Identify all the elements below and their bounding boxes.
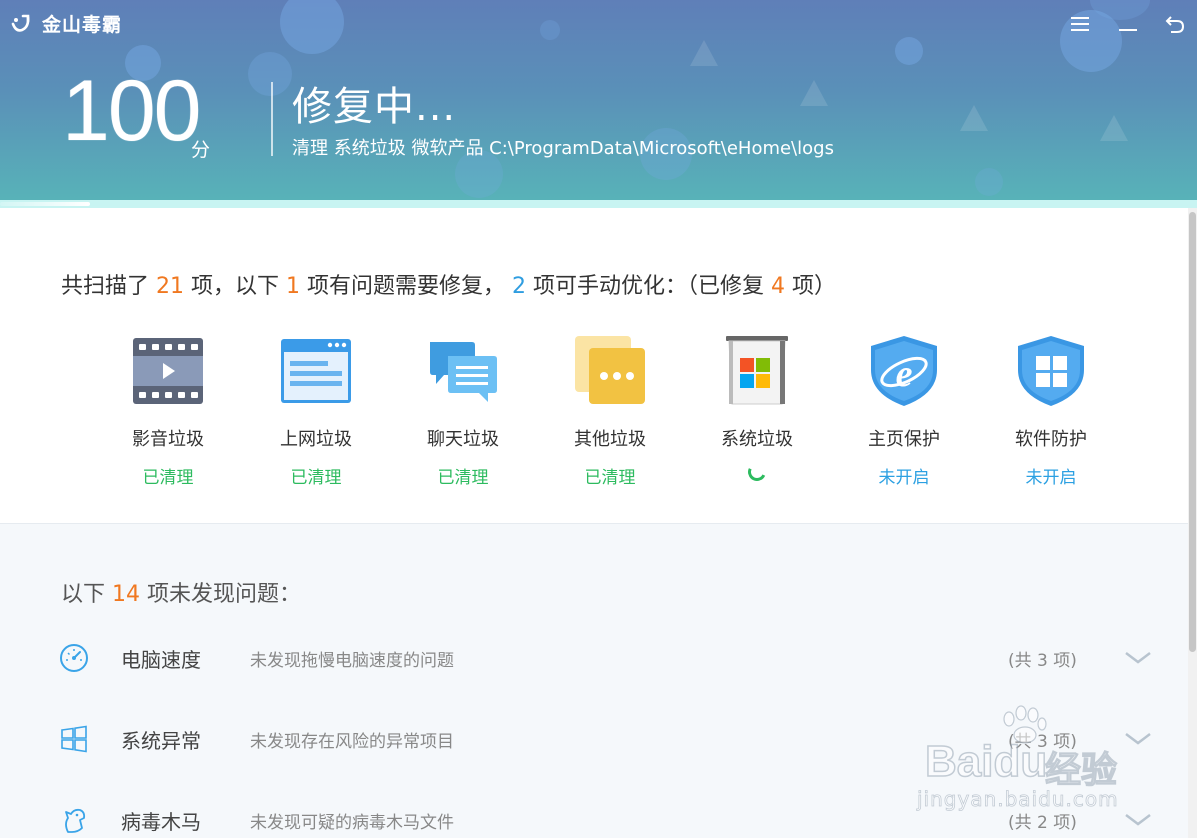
row-description: 未发现存在风险的异常项目 [250, 731, 454, 752]
trojan-horse-icon [65, 808, 86, 833]
loading-spinner-icon [745, 460, 769, 484]
ie-shield-icon: e [871, 336, 937, 406]
category-other-junk[interactable]: 其他垃圾 已清理 [555, 334, 665, 488]
problem-count: 1 [286, 274, 300, 299]
chevron-down-icon[interactable] [1124, 650, 1152, 666]
row-description: 未发现可疑的病毒木马文件 [250, 812, 454, 833]
vertical-scrollbar[interactable] [1188, 208, 1197, 838]
watermark-brand: Baidu [924, 736, 1048, 787]
category-status [702, 460, 812, 485]
category-name: 其他垃圾 [574, 429, 646, 450]
speedometer-icon [60, 644, 88, 672]
kingsoft-logo-icon [11, 14, 30, 32]
category-name: 软件防护 [1015, 429, 1087, 450]
header-divider [271, 82, 273, 156]
category-status: 已清理 [437, 468, 489, 488]
windows-logo-icon [61, 725, 87, 753]
app-logo: 金山毒霸 [10, 10, 122, 37]
minimize-button[interactable] [1116, 12, 1140, 36]
score-unit: 分 [191, 139, 211, 161]
summary-text: 项） [785, 274, 836, 299]
app-title: 金山毒霸 [42, 14, 123, 36]
list-item-pc-speed[interactable]: 电脑速度 未发现拖慢电脑速度的问题 (共 3 项) [0, 638, 1188, 678]
optimizable-count: 2 [512, 274, 526, 299]
menu-icon [1071, 17, 1089, 31]
scrollbar-thumb[interactable] [1189, 212, 1196, 652]
status-title: 修复中... [292, 84, 457, 130]
category-homepage-protection[interactable]: e 主页保护 未开启 [849, 334, 959, 488]
category-name: 主页保护 [868, 429, 940, 450]
back-button[interactable] [1163, 12, 1187, 36]
category-software-protection[interactable]: 软件防护 未开启 [996, 334, 1106, 488]
minimize-icon [1119, 29, 1137, 31]
fixed-count: 4 [771, 274, 785, 299]
watermark-cn: 经验 [1044, 749, 1118, 791]
no-issue-count: 14 [112, 582, 140, 607]
category-system-junk[interactable]: 系统垃圾 [702, 334, 812, 485]
row-name: 系统异常 [121, 728, 201, 753]
watermark-url: jingyan.baidu.com [917, 787, 1119, 812]
summary-text: 项有问题需要修复， [300, 274, 512, 299]
category-video-junk[interactable]: 影音垃圾 已清理 [113, 334, 223, 488]
title-text: 项未发现问题： [140, 582, 301, 607]
system-trash-icon [726, 336, 788, 405]
category-name: 聊天垃圾 [427, 429, 499, 450]
video-junk-icon [133, 338, 203, 404]
summary-text: 项可手动优化：（已修复 [526, 274, 771, 299]
category-status: 已清理 [290, 468, 342, 488]
scan-summary: 共扫描了 21 项，以下 1 项有问题需要修复， 2 项可手动优化：（已修复 4… [61, 268, 836, 300]
menu-button[interactable] [1068, 12, 1092, 36]
windows-shield-icon [1018, 336, 1084, 406]
category-chat-junk[interactable]: 聊天垃圾 已清理 [408, 334, 518, 488]
summary-text: 共扫描了 [61, 274, 156, 299]
browser-junk-icon [281, 339, 351, 403]
scanned-count: 21 [156, 274, 184, 299]
title-text: 以下 [61, 582, 112, 607]
category-browser-junk[interactable]: 上网垃圾 已清理 [261, 334, 371, 488]
other-junk-icon [575, 336, 645, 404]
category-status: 已清理 [584, 468, 636, 488]
row-description: 未发现拖慢电脑速度的问题 [250, 650, 454, 671]
category-status: 已清理 [142, 468, 194, 488]
row-name: 病毒木马 [121, 809, 201, 834]
category-name: 上网垃圾 [280, 429, 352, 450]
repair-progress-fill [0, 202, 90, 206]
baidu-jingyan-watermark: Baidu 经验 jingyan.baidu.com [905, 705, 1145, 815]
status-path: 清理 系统垃圾 微软产品 C:\ProgramData\Microsoft\eH… [292, 138, 834, 159]
row-count: (共 3 项) [1008, 650, 1077, 671]
back-icon [1165, 16, 1185, 33]
chat-junk-icon [430, 342, 497, 402]
category-name: 系统垃圾 [721, 429, 793, 450]
category-status: 未开启 [878, 468, 930, 488]
category-status: 未开启 [1025, 468, 1077, 488]
security-score: 100 [62, 63, 201, 159]
category-name: 影音垃圾 [132, 429, 204, 450]
summary-text: 项，以下 [184, 274, 286, 299]
scan-result-panel: 共扫描了 21 项，以下 1 项有问题需要修复， 2 项可手动优化：（已修复 4… [0, 208, 1188, 524]
row-name: 电脑速度 [121, 647, 201, 672]
repair-progress-bar [0, 200, 1197, 208]
no-issue-title: 以下 14 项未发现问题： [61, 576, 301, 608]
header-banner: 金山毒霸 100 分 修复中... 清理 系统垃圾 微软产品 C:\Progra… [0, 0, 1197, 202]
